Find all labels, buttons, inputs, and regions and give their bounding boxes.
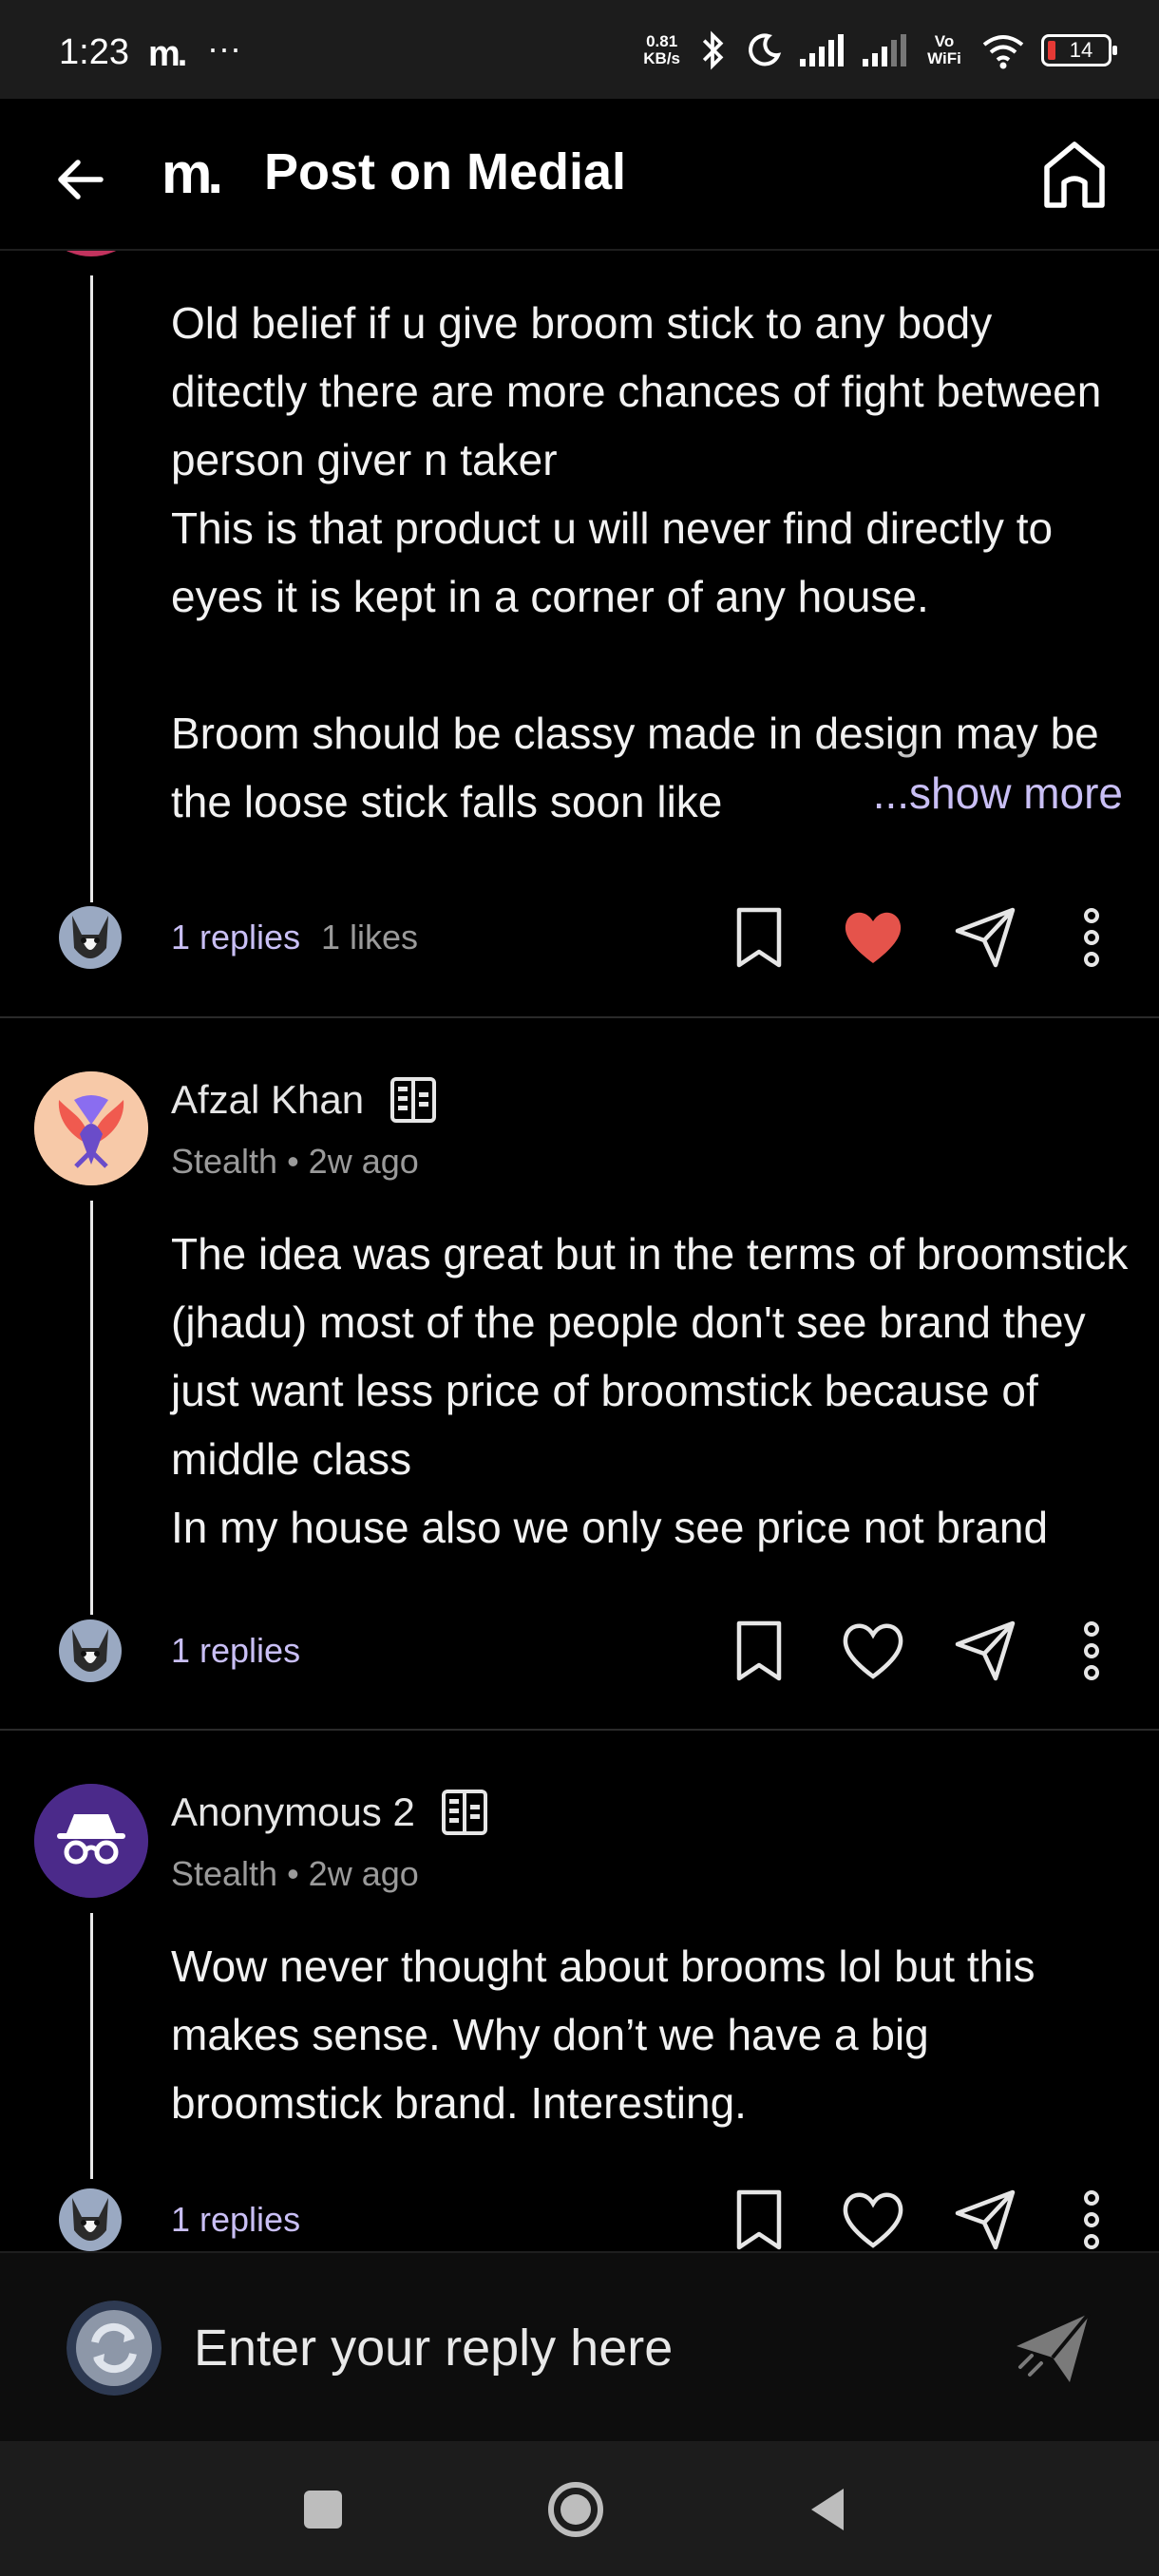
author-name[interactable]: Anonymous 2 [171, 1790, 415, 1835]
bookmark-icon[interactable] [724, 1616, 794, 1686]
back-arrow-icon[interactable] [48, 146, 114, 213]
net-speed-value: 0.81 [646, 32, 678, 50]
author-name[interactable]: Afzal Khan [171, 1077, 364, 1123]
comment-actions: 1 replies [0, 2177, 1159, 2251]
bookmark-icon[interactable] [724, 902, 794, 973]
recents-icon[interactable] [293, 2479, 353, 2540]
signal-2-icon [863, 34, 906, 66]
avatar[interactable] [34, 251, 148, 256]
home-icon[interactable] [1036, 137, 1113, 215]
home-nav-icon[interactable] [545, 2479, 606, 2540]
more-icon[interactable] [1056, 2185, 1127, 2251]
system-nav-bar [0, 2441, 1159, 2576]
bluetooth-icon [702, 30, 724, 70]
send-icon[interactable] [1013, 2308, 1092, 2388]
reply-avatar [59, 2188, 122, 2251]
net-speed: 0.81 KB/s [643, 33, 680, 67]
more-icon[interactable] [1056, 1616, 1127, 1686]
share-icon[interactable] [950, 2185, 1020, 2251]
company-icon [390, 1077, 437, 1123]
avatar[interactable] [34, 1071, 148, 1185]
likes-count: 1 likes [321, 918, 419, 957]
current-user-avatar[interactable] [66, 2301, 162, 2396]
comment-card: Anonymous 2 Stealth • 2w ago Wow never t… [0, 1731, 1159, 2251]
comment-body: Wow never thought about brooms lol but t… [171, 1941, 1048, 2128]
heart-icon[interactable] [838, 2185, 908, 2251]
replies-count[interactable]: 1 replies [171, 1631, 300, 1671]
net-speed-unit: KB/s [643, 49, 680, 67]
vowifi-label: Vo WiFi [927, 32, 961, 67]
comment-meta: Stealth • 2w ago [171, 1142, 419, 1181]
battery-level: 14 [1069, 38, 1093, 62]
status-app-logo: m. [148, 34, 187, 74]
comment-actions: 1 replies [0, 1608, 1159, 1694]
heart-icon[interactable] [838, 902, 908, 973]
author-row: Afzal Khan [171, 1075, 438, 1125]
show-more-link[interactable]: ...show more [834, 767, 1123, 819]
thread-line [90, 1913, 93, 2179]
wifi-icon [982, 35, 1024, 69]
replies-count[interactable]: 1 replies [171, 2200, 300, 2240]
reply-input[interactable] [194, 2312, 954, 2384]
share-icon[interactable] [950, 1616, 1020, 1686]
status-icons: 0.81 KB/s Vo WiFi 14 [643, 27, 1117, 74]
comment-body: The idea was great but in the terms of b… [171, 1229, 1129, 1552]
app-header: m. Post on Medial [0, 99, 1159, 251]
comment-meta: Stealth • 2w ago [171, 1854, 419, 1893]
share-icon[interactable] [950, 902, 1020, 973]
comment-card: Afzal Khan Stealth • 2w ago The idea was… [0, 1018, 1159, 1721]
author-row: Anonymous 2 [171, 1788, 489, 1837]
avatar[interactable] [34, 1784, 148, 1898]
more-icon[interactable] [1056, 902, 1127, 973]
reply-avatar [59, 1619, 122, 1682]
company-icon [441, 1790, 487, 1835]
page-title: Post on Medial [264, 143, 627, 200]
back-nav-icon[interactable] [800, 2479, 861, 2540]
thread-line [90, 275, 93, 902]
comment-body: Old belief if u give broom stick to any … [171, 298, 1102, 826]
heart-icon[interactable] [838, 1616, 908, 1686]
thread-line [90, 1201, 93, 1615]
reply-composer [0, 2251, 1159, 2441]
status-more-dots: ··· [207, 28, 241, 67]
reply-avatar [59, 906, 122, 969]
battery-icon: 14 [1041, 34, 1117, 66]
signal-1-icon [800, 34, 844, 66]
comment-actions: 1 replies 1 likes [0, 895, 1159, 980]
status-bar: 1:23 m. ··· 0.81 KB/s Vo WiFi 14 [0, 0, 1159, 99]
bookmark-icon[interactable] [724, 2185, 794, 2251]
moon-icon [749, 33, 782, 66]
replies-count[interactable]: 1 replies [171, 918, 300, 957]
comments-feed[interactable]: Old belief if u give broom stick to any … [0, 251, 1159, 2251]
status-time: 1:23 [59, 32, 129, 72]
medial-logo: m. [162, 142, 223, 205]
